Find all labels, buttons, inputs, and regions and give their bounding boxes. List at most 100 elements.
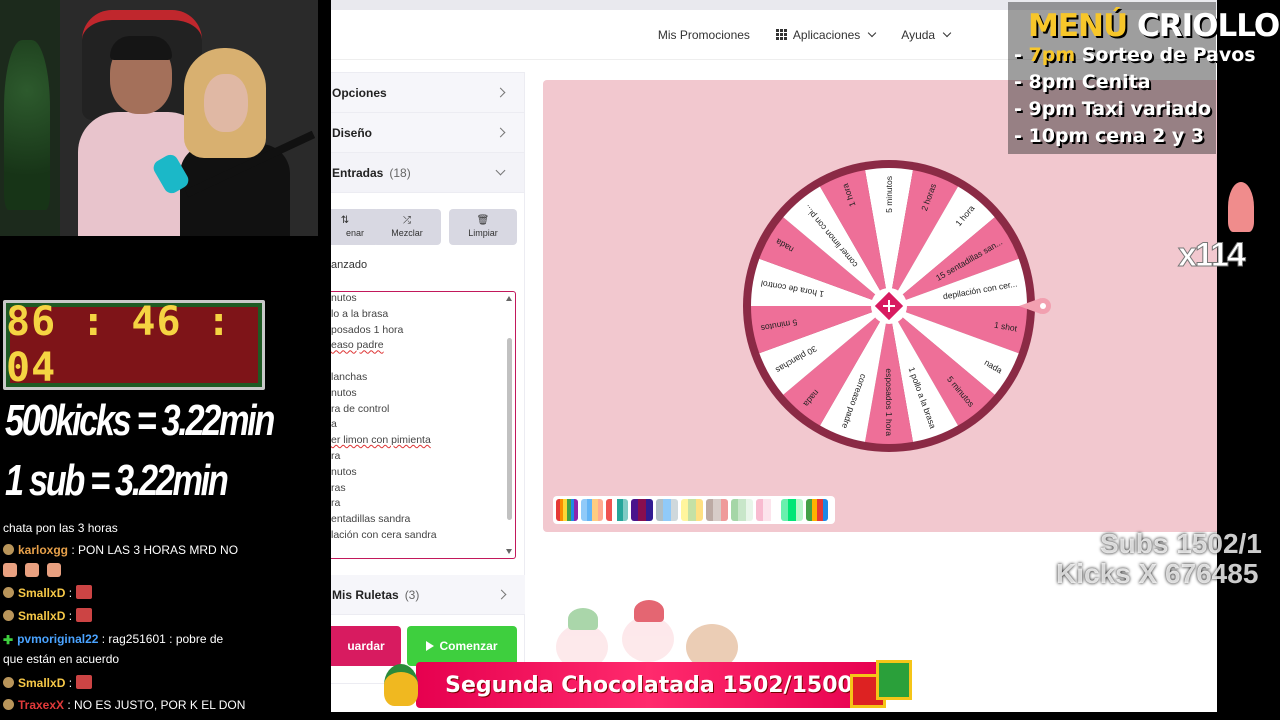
- wheel-segment-label: 5 minutos: [884, 176, 894, 213]
- nav-aplicaciones[interactable]: Aplicaciones: [775, 27, 877, 42]
- kicks-counter: Kicks X 676485: [1056, 558, 1259, 589]
- chat-username: karloxgg: [18, 543, 69, 557]
- palette-swatch[interactable]: [731, 499, 753, 521]
- entry-line: entadillas sandra: [331, 513, 411, 526]
- play-icon: [426, 641, 435, 651]
- save-label: uardar: [347, 639, 385, 653]
- nav-mis-promociones[interactable]: Mis Promociones: [658, 28, 750, 42]
- entry-line: lo a la brasa: [331, 307, 389, 320]
- palette-swatch[interactable]: [756, 499, 778, 521]
- webcam-feed: [0, 0, 318, 236]
- chat-text: :: [68, 609, 73, 623]
- palette-swatch[interactable]: [581, 499, 603, 521]
- chat-text: : PON LAS 3 HORAS MRD NO: [71, 543, 239, 557]
- emote-icon: [76, 585, 93, 599]
- chevron-down-icon: [942, 28, 952, 38]
- nav-ayuda[interactable]: Ayuda: [901, 27, 952, 42]
- sort-button[interactable]: ⇅ enar: [331, 209, 379, 245]
- accordion-opciones[interactable]: Opciones: [331, 73, 524, 113]
- stream-frame: Mis Promociones Aplicaciones Ayuda Opcio…: [0, 0, 1280, 720]
- entry-line: nutos: [331, 386, 357, 399]
- pig-sticker: [622, 600, 674, 662]
- chat-message: [3, 563, 69, 580]
- emote-icon: [76, 608, 93, 622]
- menu-item: - 9pm Taxi variado: [1014, 98, 1212, 120]
- wheel-center-icon[interactable]: [871, 288, 907, 324]
- guest-person: [180, 48, 290, 236]
- chat-badge-icon: ✚: [3, 633, 14, 647]
- multiplier-badge: x114: [1178, 236, 1247, 275]
- entry-line: lanchas: [331, 371, 368, 383]
- entry-line: ra de control: [331, 402, 390, 415]
- entry-line: lación con cera sandra: [331, 529, 437, 541]
- entry-line: easo padre: [331, 339, 384, 352]
- advanced-toggle[interactable]: anzado: [331, 259, 367, 271]
- nav-label: Aplicaciones: [792, 27, 861, 42]
- sort-icon: ⇅: [340, 215, 350, 226]
- chevron-right-icon: [495, 87, 506, 98]
- palette-swatch[interactable]: [606, 499, 628, 521]
- subathon-timer: 86 : 46 : 04: [3, 299, 265, 391]
- accordion-label: Mis Ruletas: [332, 587, 399, 602]
- palette-swatch[interactable]: [806, 499, 828, 521]
- grid-icon: [775, 29, 787, 40]
- palette-swatch[interactable]: [681, 499, 703, 521]
- accordion-mis-ruletas[interactable]: Mis Ruletas (3): [331, 575, 525, 615]
- accordion-label: Diseño: [332, 125, 373, 140]
- chat-username: SmallxD: [18, 586, 66, 600]
- chat-text: : rag251601 : pobre de: [101, 632, 224, 646]
- chat-message: SmallxD :: [3, 608, 93, 623]
- palette-swatch[interactable]: [631, 499, 653, 521]
- entry-line: posados 1 hora: [331, 323, 404, 336]
- chevron-down-icon: [868, 28, 877, 38]
- chevron-down-icon: [495, 165, 506, 176]
- palette-swatch[interactable]: [656, 499, 678, 521]
- entries-textarea[interactable]: nutos lo a la brasa posados 1 hora easo pad…: [331, 291, 516, 559]
- banner-text: Segunda Chocolatada 1502/1500: [445, 672, 853, 698]
- chat-username: SmallxD: [18, 676, 66, 690]
- chat-message: karloxgg : PON LAS 3 HORAS MRD NO: [3, 543, 238, 557]
- chat-message: SmallxD :: [3, 675, 93, 690]
- hand-emote-icon: [25, 563, 39, 577]
- palette-swatch[interactable]: [781, 499, 803, 521]
- palette-swatch[interactable]: [556, 499, 578, 521]
- entry-line: ra: [331, 450, 341, 462]
- menu-title-b: CRIOLLO: [1136, 8, 1280, 44]
- chat-badge-icon: [3, 610, 14, 621]
- chevron-right-icon: [496, 589, 507, 600]
- christmas-decoration: [556, 600, 756, 670]
- timer-value: 86 : 46 : 04: [6, 299, 232, 391]
- chat-message: chata pon las 3 horas: [3, 521, 118, 535]
- clear-button[interactable]: 🗑 Limpiar: [449, 209, 517, 245]
- chat-badge-icon: [3, 587, 14, 598]
- goal-banner: Segunda Chocolatada 1502/1500: [416, 662, 882, 708]
- subs-counter: Subs 1502/1: [1100, 528, 1262, 559]
- palette-swatch[interactable]: [706, 499, 728, 521]
- nav-label: Ayuda: [901, 27, 936, 42]
- accordion-entradas[interactable]: Entradas (18): [331, 153, 524, 193]
- start-label: Comenzar: [439, 639, 498, 653]
- tool-label: Mezclar: [391, 228, 423, 238]
- chat-username: pvmoriginal22: [17, 632, 99, 646]
- accordion-diseno[interactable]: Diseño: [331, 113, 524, 153]
- entry-line: ra: [331, 497, 341, 510]
- scrollbar-thumb[interactable]: [507, 338, 512, 520]
- tool-label: Limpiar: [468, 228, 498, 238]
- accordion-label: Opciones: [332, 85, 387, 100]
- gift-icon: [850, 660, 912, 708]
- start-button[interactable]: Comenzar: [407, 626, 517, 666]
- shuffle-button[interactable]: ⤮ Mezclar: [373, 209, 441, 245]
- entries-toolbar: ⇅ enar ⤮ Mezclar 🗑 Limpiar: [331, 209, 525, 245]
- chat-message: ✚ pvmoriginal22 : rag251601 : pobre de: [3, 632, 223, 647]
- bell-icon: [384, 664, 418, 706]
- chat-text: :: [68, 676, 73, 690]
- scroll-up-icon[interactable]: [506, 296, 512, 301]
- chat-text: : NO ES JUSTO, POR K EL DON: [67, 698, 246, 712]
- chat-text: :: [68, 586, 73, 600]
- ruletas-count: (3): [404, 587, 420, 602]
- chat-username: SmallxD: [18, 609, 66, 623]
- chat-badge-icon: [3, 544, 14, 555]
- scroll-down-icon[interactable]: [506, 549, 512, 554]
- save-button[interactable]: uardar: [331, 626, 401, 666]
- sticker-character: [1228, 182, 1254, 232]
